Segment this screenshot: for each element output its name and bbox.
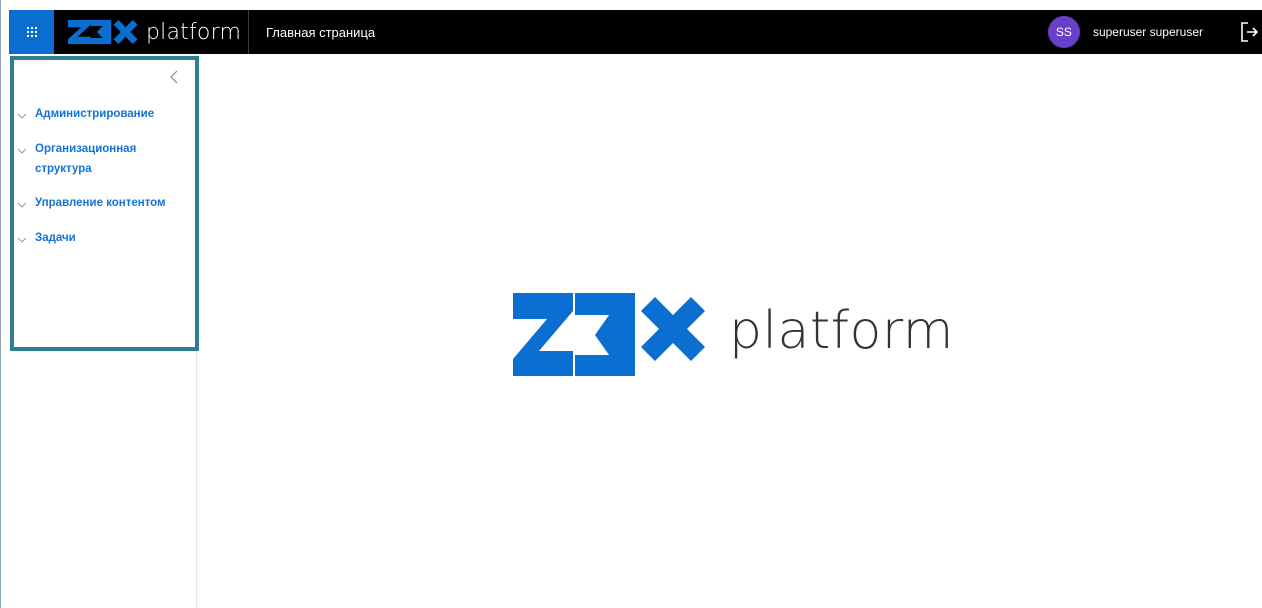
top-bar: platform Главная страница SS superuser s… <box>9 10 1262 54</box>
menu-item-label: Задачи <box>35 232 76 244</box>
menu-item-label: Организационная структура <box>35 143 137 175</box>
chevron-down-icon <box>17 104 35 125</box>
chevron-down-icon <box>17 193 35 214</box>
menu-item-tasks[interactable]: Задачи <box>17 228 193 249</box>
z3x-logo-icon <box>513 293 705 376</box>
main-logo-text: platform <box>729 300 954 361</box>
page-title: Главная страница <box>266 24 376 40</box>
username[interactable]: superuser superuser <box>1093 25 1203 39</box>
app-launcher-button[interactable] <box>9 10 54 54</box>
menu-item-content-management[interactable]: Управление контентом <box>17 193 193 214</box>
menu-item-administration[interactable]: Администрирование <box>17 104 193 125</box>
collapse-sidebar-button[interactable] <box>167 68 181 86</box>
sidebar-menu: Администрирование Организационная структ… <box>10 56 199 351</box>
main-logo: platform <box>513 293 954 376</box>
brand-text: platform <box>146 19 242 45</box>
avatar[interactable]: SS <box>1047 16 1080 48</box>
waffle-icon <box>26 27 37 37</box>
logout-button[interactable] <box>1240 10 1262 54</box>
menu-item-org-structure[interactable]: Организационная структура <box>17 139 167 179</box>
logout-icon <box>1241 22 1258 42</box>
z3x-logo-icon <box>68 20 138 44</box>
menu-item-label: Администрирование <box>35 108 155 120</box>
menu-list: Администрирование Организационная структ… <box>17 104 193 263</box>
chevron-left-icon <box>170 70 178 84</box>
menu-item-label: Управление контентом <box>35 197 166 209</box>
chevron-down-icon <box>17 139 35 160</box>
chevron-down-icon <box>17 228 35 249</box>
brand-logo[interactable]: platform <box>54 10 249 54</box>
